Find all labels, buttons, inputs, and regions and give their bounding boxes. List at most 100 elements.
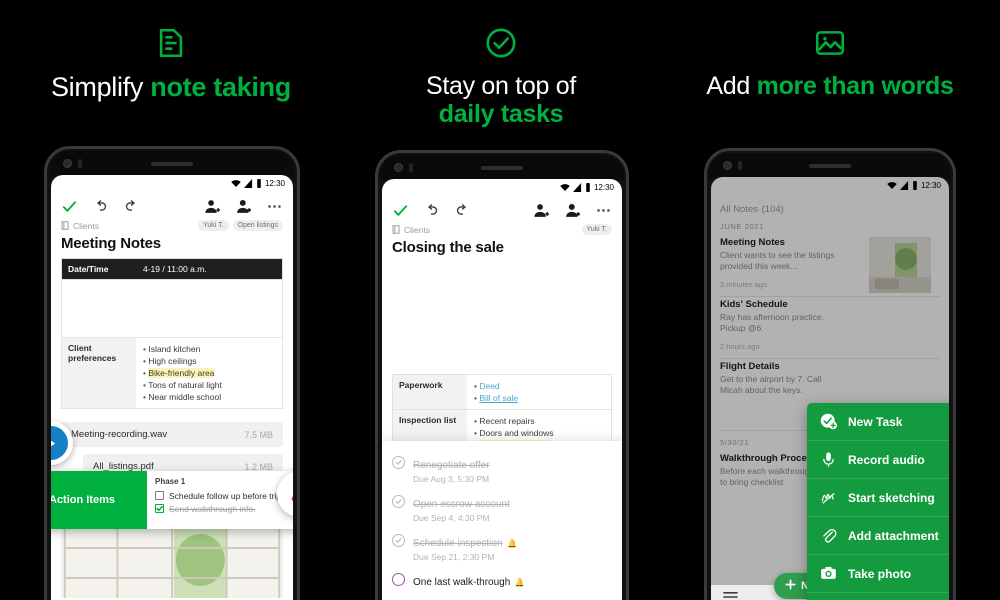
list-item: Bike-friendly area (143, 367, 275, 379)
plus-icon (785, 579, 796, 593)
menu-item-new-task[interactable]: New Task (807, 403, 949, 441)
attachment-name: Meeting-recording.wav (71, 429, 168, 440)
task-row[interactable]: Renegotiate offer Due Aug 3, 5:30 PM (382, 450, 622, 489)
list-item: Near middle school (143, 391, 275, 403)
task-checkbox-open-icon[interactable] (392, 573, 405, 586)
list-item[interactable]: Bill of sale (474, 392, 604, 404)
checklist-text: Send walkthrough info. (169, 503, 256, 514)
add-person-icon[interactable] (204, 198, 221, 215)
breadcrumb[interactable]: Clients (392, 225, 430, 235)
new-task-icon (820, 413, 837, 430)
task-due: Due Sep 4, 4:30 PM (413, 513, 490, 523)
phone-mockup-1: 12:30 Clients Yuki T. Open listings Meet… (44, 146, 300, 600)
status-time: 12:30 (593, 183, 614, 192)
front-camera-icon (394, 163, 403, 172)
menu-label: Start sketching (848, 490, 935, 505)
list-item[interactable]: Deed (474, 380, 604, 392)
undo-icon[interactable] (92, 198, 109, 215)
panel-add-more-than-words: Add more than words 12:30 All Notes (104… (660, 0, 1000, 600)
checklist-item[interactable]: Schedule follow up before trip. (155, 489, 293, 502)
add-person-icon[interactable] (533, 202, 550, 219)
checklist-item[interactable]: Send walkthrough info. (155, 502, 293, 515)
check-mark (395, 460, 402, 465)
check-mark (156, 505, 163, 512)
check-mark (395, 499, 402, 504)
front-camera-icon (723, 161, 732, 170)
check-mark (395, 538, 402, 543)
status-time: 12:30 (264, 179, 285, 188)
attachments-1: Meeting-recording.wav 7.5 MB All_listing… (51, 409, 293, 517)
task-checkbox-done-icon[interactable] (392, 456, 405, 469)
person-info-icon[interactable] (235, 198, 252, 215)
menu-label: Take photo (848, 566, 912, 581)
status-bar-2: 12:30 (382, 179, 622, 196)
hamburger-lines (723, 591, 738, 598)
panel-simplify-note-taking: Simplify note taking 12:30 Clients Yuki … (0, 0, 342, 600)
chip-open-listings[interactable]: Open listings (232, 220, 283, 231)
menu-item-start-sketching[interactable]: Start sketching (807, 479, 949, 517)
panel2-headline: Stay on top of daily tasks (345, 72, 657, 128)
sensor-icon (738, 161, 742, 170)
action-items-label: Action Items (51, 471, 147, 529)
task-text: Open escrow account Due Sep 4, 4:30 PM (413, 494, 622, 523)
sensor-icon (78, 159, 82, 168)
task-row[interactable]: Open escrow account Due Sep 4, 4:30 PM (382, 489, 622, 528)
attachment-size: 7.5 MB (244, 429, 273, 440)
note-table-1: Date/Time 4-19 / 11:00 a.m. Client prefe… (61, 258, 283, 409)
menu-item-record-audio[interactable]: Record audio (807, 441, 949, 479)
task-title: Schedule inspection (413, 538, 503, 549)
chip-yuki[interactable]: Yuki T. (581, 224, 612, 235)
plus-shape (785, 579, 796, 590)
more-options-icon[interactable] (595, 202, 612, 219)
hamburger-menu-icon[interactable] (723, 590, 738, 600)
note-title-2: Closing the sale (392, 239, 504, 256)
panel3-header: Add more than words (660, 26, 1000, 100)
note-document-icon (159, 28, 183, 58)
task-row[interactable]: One last walk-through 🔔 (382, 567, 622, 595)
menu-item-scan-document[interactable]: Scan document (807, 593, 949, 600)
task-due: Due Aug 3, 5:30 PM (413, 474, 490, 484)
headline-accent: more than words (756, 72, 954, 100)
redo-icon[interactable] (123, 198, 140, 215)
task-title: Open escrow account (413, 499, 510, 510)
check-icon[interactable] (392, 202, 409, 219)
panel3-headline: Add more than words (660, 72, 1000, 100)
menu-item-take-photo[interactable]: Take photo (807, 555, 949, 593)
task-text: Schedule inspection 🔔 Due Sep 21, 2:30 P… (413, 533, 622, 562)
task-title: One last walk-through (413, 577, 511, 588)
checkbox-checked-icon[interactable] (155, 504, 164, 513)
wifi-icon (560, 184, 570, 191)
attachment-size: 1.2 MB (244, 461, 273, 472)
cell-header: Paperwork (393, 375, 467, 409)
link-bill-of-sale[interactable]: Bill of sale (479, 393, 518, 403)
redo-icon[interactable] (454, 202, 471, 219)
table-row: Date/Time 4-19 / 11:00 a.m. (62, 259, 282, 280)
wifi-icon (231, 180, 241, 187)
undo-icon[interactable] (423, 202, 440, 219)
headline-plain: Add (706, 72, 750, 100)
more-options-icon[interactable] (266, 198, 283, 215)
person-info-icon[interactable] (564, 202, 581, 219)
checkbox-unchecked-icon[interactable] (155, 491, 164, 500)
create-menu: New Task Record audio Start sketching Ad… (807, 403, 949, 600)
task-checkbox-done-icon[interactable] (392, 534, 405, 547)
list-item: Doors and windows (474, 427, 604, 439)
task-checkbox-done-icon[interactable] (392, 495, 405, 508)
task-row[interactable]: Schedule inspection 🔔 Due Sep 21, 2:30 P… (382, 528, 622, 567)
attachment-row[interactable]: Meeting-recording.wav 7.5 MB (61, 422, 283, 447)
breadcrumb-label: Clients (404, 224, 430, 235)
breadcrumb[interactable]: Clients (61, 221, 99, 231)
note-toolbar-1 (51, 192, 293, 217)
earpiece-speaker (481, 166, 523, 170)
task-title: Renegotiate offer (413, 460, 490, 471)
headline-accent: daily tasks (438, 100, 564, 128)
task-row[interactable]: Finalize bill of sale 🔔 Due Oct 24, 5:30… (382, 595, 622, 600)
phone-bezel (380, 155, 624, 181)
headline-plain: Simplify (50, 72, 144, 102)
check-icon[interactable] (61, 198, 78, 215)
menu-label: Record audio (848, 452, 925, 467)
menu-item-add-attachment[interactable]: Add attachment (807, 517, 949, 555)
link-deed[interactable]: Deed (479, 381, 499, 391)
promo-screenshot-stage: Simplify note taking 12:30 Clients Yuki … (0, 0, 1000, 600)
chip-yuki[interactable]: Yuki T. (198, 220, 229, 231)
